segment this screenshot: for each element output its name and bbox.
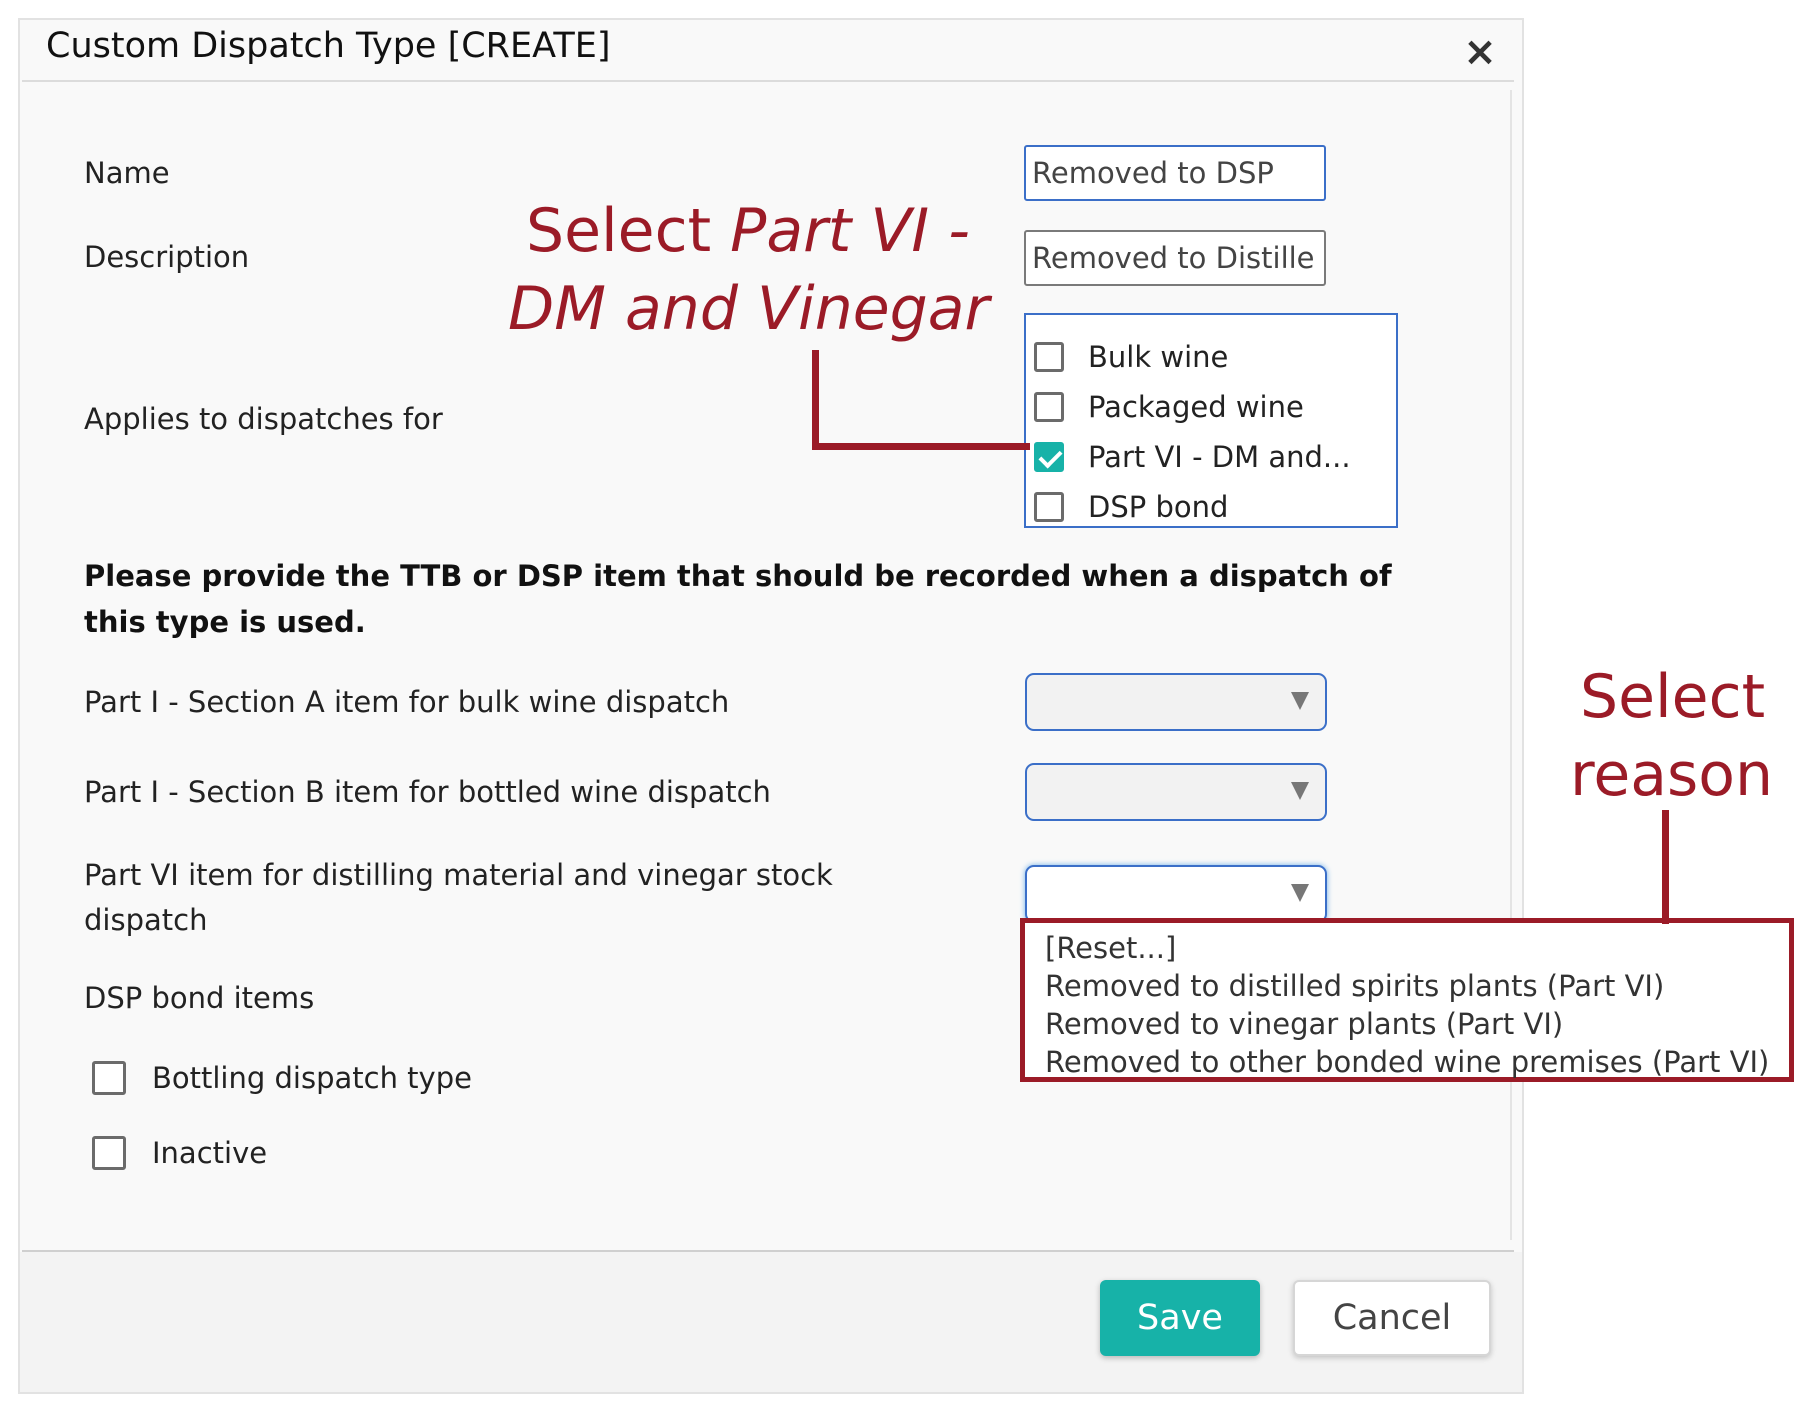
dsp-bond-checkbox[interactable]	[1034, 492, 1064, 522]
annotation-part-vi-italic: Part VI -	[730, 196, 970, 266]
part6-select[interactable]	[1025, 865, 1327, 923]
checkbox-row-dsp-bond[interactable]: DSP bond	[1034, 485, 1228, 529]
inactive-checkbox[interactable]	[92, 1136, 126, 1170]
checkbox-row-part-vi[interactable]: Part VI - DM and...	[1034, 435, 1351, 479]
chevron-down-icon	[1291, 884, 1309, 902]
dropdown-option-other-bonded[interactable]: Removed to other bonded wine premises (P…	[1045, 1045, 1769, 1079]
part1b-select[interactable]	[1025, 763, 1327, 821]
annotation-select-reason-line2: reason	[1570, 740, 1774, 810]
save-button[interactable]: Save	[1100, 1280, 1260, 1356]
dialog-title: Custom Dispatch Type [CREATE]	[46, 26, 611, 66]
applies-checkbox-list: Bulk wine Packaged wine Part VI - DM and…	[1024, 313, 1398, 528]
name-label: Name	[84, 156, 170, 190]
dropdown-option-vinegar-plants[interactable]: Removed to vinegar plants (Part VI)	[1045, 1007, 1563, 1041]
name-input[interactable]: Removed to DSP	[1024, 145, 1326, 201]
instructions-text: Please provide the TTB or DSP item that …	[84, 559, 1392, 639]
footer-divider	[22, 1250, 1514, 1252]
close-icon[interactable]: ×	[1458, 30, 1502, 74]
part6-dropdown-list: [Reset...] Removed to distilled spirits …	[1020, 918, 1794, 1082]
bulk-wine-checkbox[interactable]	[1034, 342, 1064, 372]
description-label: Description	[84, 240, 250, 274]
checkbox-row-bulk-wine[interactable]: Bulk wine	[1034, 335, 1228, 379]
annotation-select-reason-line1: Select	[1580, 662, 1766, 732]
packaged-wine-label: Packaged wine	[1088, 390, 1304, 424]
chevron-down-icon	[1291, 692, 1309, 710]
part1a-select[interactable]	[1025, 673, 1327, 731]
annotation-select-part-line2: DM and Vinegar	[508, 274, 990, 344]
part6-label: Part VI item for distilling material and…	[84, 858, 833, 937]
bottling-label: Bottling dispatch type	[152, 1061, 472, 1095]
bottling-row[interactable]: Bottling dispatch type	[92, 1061, 472, 1095]
annotation-arrow-vertical	[812, 350, 819, 450]
part1a-label: Part I - Section A item for bulk wine di…	[84, 685, 730, 719]
cancel-button[interactable]: Cancel	[1293, 1280, 1491, 1356]
dropdown-option-distilled-spirits[interactable]: Removed to distilled spirits plants (Par…	[1045, 969, 1664, 1003]
dropdown-option-reset[interactable]: [Reset...]	[1045, 931, 1176, 965]
description-input[interactable]: Removed to Distille	[1024, 230, 1326, 286]
applies-label: Applies to dispatches for	[84, 402, 443, 436]
part-vi-checkbox[interactable]	[1034, 442, 1064, 472]
dsp-bond-items-label: DSP bond items	[84, 981, 315, 1015]
inactive-label: Inactive	[152, 1136, 268, 1170]
bulk-wine-label: Bulk wine	[1088, 340, 1229, 374]
chevron-down-icon	[1291, 782, 1309, 800]
annotation-reason-line	[1662, 810, 1669, 924]
part-vi-label: Part VI - DM and...	[1088, 440, 1351, 474]
part1b-label: Part I - Section B item for bottled wine…	[84, 775, 771, 809]
inactive-row[interactable]: Inactive	[92, 1136, 267, 1170]
dsp-bond-label: DSP bond	[1088, 490, 1229, 524]
annotation-arrow-horizontal	[812, 443, 1030, 450]
header-divider	[22, 80, 1514, 82]
packaged-wine-checkbox[interactable]	[1034, 392, 1064, 422]
checkbox-row-packaged-wine[interactable]: Packaged wine	[1034, 385, 1304, 429]
bottling-checkbox[interactable]	[92, 1061, 126, 1095]
annotation-select-part-line1: Select Part VI -	[526, 196, 970, 266]
annotation-select-prefix: Select	[526, 196, 731, 266]
